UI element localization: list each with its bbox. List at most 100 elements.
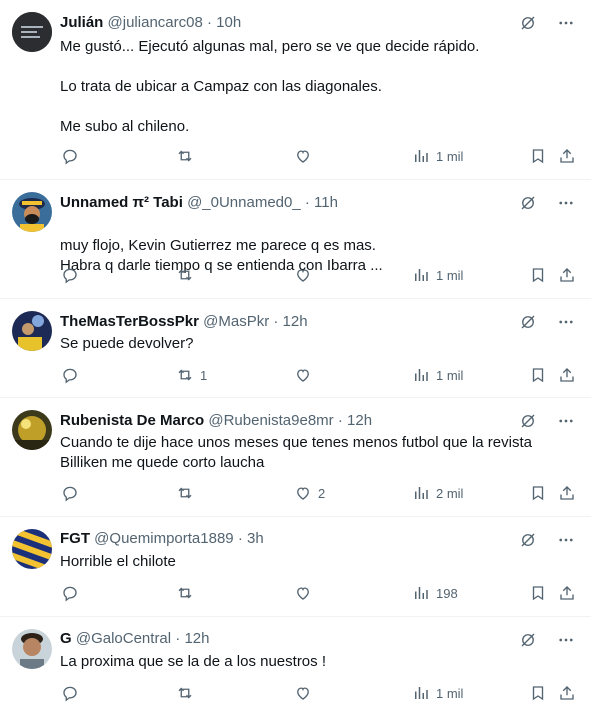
tweet[interactable]: G @GaloCentral · 12h La proxima que se l…: [0, 617, 591, 706]
more-icon[interactable]: [557, 412, 575, 430]
avatar[interactable]: [12, 192, 52, 232]
display-name[interactable]: FGT: [60, 530, 90, 547]
tweet[interactable]: FGT @Quemimporta1889 · 3h Horrible el ch…: [0, 517, 591, 617]
more-icon[interactable]: [557, 14, 575, 32]
reply-button[interactable]: [61, 147, 85, 165]
repost-icon: [178, 687, 192, 699]
views-button[interactable]: 1 mil: [412, 366, 463, 384]
tweet-text: Me gustó... Ejecutó algunas mal, pero se…: [60, 37, 575, 137]
top-icons: [519, 14, 575, 32]
reply-button[interactable]: [61, 684, 85, 702]
bookmark-button[interactable]: [529, 366, 547, 384]
handle[interactable]: @Rubenista9e8mr: [208, 412, 333, 429]
separator: ·: [273, 313, 279, 330]
bookmark-button[interactable]: [529, 584, 547, 602]
handle[interactable]: @MasPkr: [203, 313, 269, 330]
avatar[interactable]: [12, 410, 52, 450]
tweet-paragraph: La proxima que se la de a los nuestros !: [60, 653, 326, 670]
handle[interactable]: @Quemimporta1889: [94, 530, 233, 547]
bookmark-button[interactable]: [529, 147, 547, 165]
views-button[interactable]: 2 mil: [412, 484, 463, 502]
repost-icon: [178, 587, 192, 599]
repost-button[interactable]: [176, 584, 200, 602]
timestamp[interactable]: 12h: [184, 630, 209, 647]
bookmark-button[interactable]: [529, 266, 547, 284]
views-button[interactable]: 1 mil: [412, 684, 463, 702]
timestamp[interactable]: 11h: [314, 194, 338, 211]
repost-button[interactable]: [176, 266, 200, 284]
tweet[interactable]: Julián @juliancarc08 · 10h Me gustó... E…: [0, 0, 591, 180]
tweet-paragraph: Horrible el chilote: [60, 553, 176, 570]
avatar[interactable]: [12, 311, 52, 351]
more-icon[interactable]: [557, 313, 575, 331]
like-button[interactable]: [294, 366, 318, 384]
like-button[interactable]: 2: [294, 484, 325, 502]
views-button[interactable]: 1 mil: [412, 266, 463, 284]
like-button[interactable]: [294, 684, 318, 702]
like-button[interactable]: [294, 266, 318, 284]
repost-button[interactable]: [176, 684, 200, 702]
share-button[interactable]: [558, 684, 576, 702]
handle[interactable]: @GaloCentral: [76, 630, 171, 647]
display-name[interactable]: G: [60, 630, 72, 647]
repost-icon: [178, 487, 192, 499]
share-button[interactable]: [558, 366, 576, 384]
like-icon: [297, 369, 309, 382]
reply-button[interactable]: [61, 584, 85, 602]
repost-button[interactable]: [176, 484, 200, 502]
tweet-paragraph: Me subo al chileno.: [60, 118, 190, 135]
grok-icon[interactable]: [519, 412, 537, 430]
tweet-header: Unnamed π² Tabi @_0Unnamed0_ · 11h: [60, 193, 521, 213]
tweet[interactable]: TheMasTerBossPkr @MasPkr · 12h Se puede …: [0, 299, 591, 398]
reply-button[interactable]: [61, 484, 85, 502]
avatar[interactable]: [12, 529, 52, 569]
display-name[interactable]: Unnamed π² Tabi: [60, 194, 183, 211]
grok-icon[interactable]: [519, 531, 537, 549]
share-button[interactable]: [558, 584, 576, 602]
more-icon[interactable]: [557, 531, 575, 549]
more-icon[interactable]: [557, 631, 575, 649]
handle[interactable]: @juliancarc08: [108, 14, 203, 31]
like-button[interactable]: [294, 584, 318, 602]
separator: ·: [175, 630, 181, 647]
tweet-header: Julián @juliancarc08 · 10h: [60, 13, 521, 33]
bookmark-button[interactable]: [529, 684, 547, 702]
timestamp[interactable]: 12h: [347, 412, 372, 429]
display-name[interactable]: Rubenista De Marco: [60, 412, 204, 429]
grok-icon[interactable]: [519, 631, 537, 649]
tweet-text: Cuando te dije hace unos meses que tenes…: [60, 433, 581, 473]
timestamp[interactable]: 3h: [247, 530, 264, 547]
tweet[interactable]: Rubenista De Marco @Rubenista9e8mr · 12h…: [0, 398, 591, 517]
like-icon: [297, 269, 309, 282]
grok-icon[interactable]: [519, 14, 537, 32]
views-button[interactable]: 1 mil: [412, 147, 463, 165]
tweet-text: Se puede devolver?: [60, 334, 575, 354]
tweet[interactable]: Unnamed π² Tabi @_0Unnamed0_ · 11h muy f…: [0, 180, 591, 299]
tweet-header: FGT @Quemimporta1889 · 3h: [60, 529, 521, 549]
display-name[interactable]: TheMasTerBossPkr: [60, 313, 199, 330]
handle[interactable]: @_0Unnamed0_: [187, 194, 301, 211]
repost-button[interactable]: [176, 147, 200, 165]
views-button[interactable]: 198: [412, 584, 458, 602]
reply-icon: [63, 486, 77, 502]
avatar[interactable]: [12, 629, 52, 669]
reply-button[interactable]: [61, 366, 85, 384]
share-button[interactable]: [558, 266, 576, 284]
repost-button[interactable]: 1: [176, 366, 207, 384]
timestamp[interactable]: 12h: [283, 313, 308, 330]
grok-icon[interactable]: [519, 313, 537, 331]
share-button[interactable]: [558, 484, 576, 502]
tweet-paragraph: Se puede devolver?: [60, 335, 194, 352]
share-button[interactable]: [558, 147, 576, 165]
grok-icon[interactable]: [519, 194, 537, 212]
like-button[interactable]: [294, 147, 318, 165]
bookmark-button[interactable]: [529, 484, 547, 502]
views-icon: [415, 487, 428, 499]
avatar[interactable]: [12, 12, 52, 52]
display-name[interactable]: Julián: [60, 14, 103, 31]
reply-button[interactable]: [61, 266, 85, 284]
share-icon: [560, 586, 574, 600]
timestamp[interactable]: 10h: [216, 14, 241, 31]
more-icon[interactable]: [557, 194, 575, 212]
action-bar: 2 2 mil: [60, 484, 575, 504]
